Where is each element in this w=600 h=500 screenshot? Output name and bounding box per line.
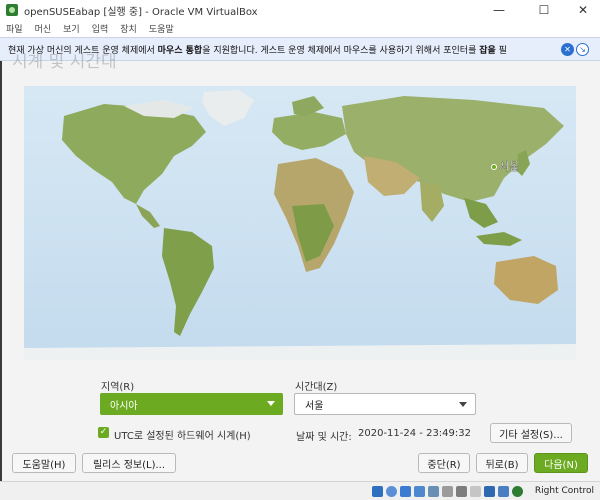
hw-clock-utc-checkbox[interactable]: ✓ [98, 427, 109, 438]
other-settings-button[interactable]: 기타 설정(S)... [490, 423, 572, 443]
virtualbox-app-icon [6, 4, 18, 16]
chevron-down-icon [267, 401, 275, 406]
back-button[interactable]: 뒤로(B) [476, 453, 528, 473]
menu-help[interactable]: 도움말 [149, 22, 174, 35]
hard-disk-icon[interactable] [372, 486, 383, 497]
seoul-marker[interactable] [491, 164, 497, 170]
region-label: 지역(R) [101, 382, 135, 393]
info-close-icon[interactable]: ✕ [561, 43, 574, 56]
timezone-dropdown[interactable]: 서울 [294, 393, 476, 415]
mouse-integration-icon[interactable]: ↘ [576, 43, 589, 56]
menu-bar: 파일 머신 보기 입력 장치 도움말 [0, 20, 600, 37]
hw-clock-utc-label[interactable]: UTC로 설정된 하드웨어 시계(H) [114, 427, 251, 442]
usb-icon[interactable] [428, 486, 439, 497]
close-button[interactable]: ✕ [566, 0, 600, 20]
datetime-value: 2020-11-24 - 23:49:32 [358, 428, 471, 439]
timezone-value: 서울 [305, 400, 324, 412]
region-dropdown[interactable]: 아시아 [100, 393, 283, 415]
network-icon[interactable] [414, 486, 425, 497]
window-title: openSUSEabap [실행 중] - Oracle VM VirtualB… [24, 6, 258, 18]
menu-file[interactable]: 파일 [6, 22, 23, 35]
virtualbox-window: openSUSEabap [실행 중] - Oracle VM VirtualB… [0, 0, 600, 500]
title-bar: openSUSEabap [실행 중] - Oracle VM VirtualB… [0, 0, 600, 20]
next-button[interactable]: 다음(N) [534, 453, 588, 473]
audio-icon[interactable] [400, 486, 411, 497]
timezone-world-map[interactable]: 서울 [24, 86, 576, 360]
release-notes-button[interactable]: 릴리스 정보(L)... [82, 453, 176, 473]
page-title: 시계 및 시간대 [12, 52, 117, 72]
menu-machine[interactable]: 머신 [35, 22, 52, 35]
chevron-down-icon [459, 402, 467, 407]
minimize-button[interactable]: — [482, 0, 516, 20]
guest-display-edge [0, 61, 2, 481]
optical-drive-icon[interactable] [386, 486, 397, 497]
host-key-label: Right Control [534, 486, 594, 496]
mouse-integration-status-icon[interactable] [498, 486, 509, 497]
display-icon[interactable] [456, 486, 467, 497]
menu-devices[interactable]: 장치 [120, 22, 137, 35]
datetime-label: 날짜 및 시간: [296, 432, 352, 443]
help-button[interactable]: 도움말(H) [12, 453, 76, 473]
vm-status-bar: Right Control [0, 481, 600, 500]
abort-button[interactable]: 중단(R) [418, 453, 470, 473]
maximize-button[interactable]: ☐ [527, 0, 561, 20]
shared-folders-icon[interactable] [442, 486, 453, 497]
region-value: 아시아 [110, 400, 138, 412]
timezone-label: 시간대(Z) [295, 382, 338, 393]
menu-input[interactable]: 입력 [92, 22, 109, 35]
guest-additions-icon[interactable] [512, 486, 523, 497]
world-map-svg: 서울 [24, 86, 576, 360]
recording-icon[interactable] [470, 486, 481, 497]
cpu-icon[interactable] [484, 486, 495, 497]
menu-view[interactable]: 보기 [63, 22, 80, 35]
selected-city-label: 서울 [499, 160, 519, 173]
